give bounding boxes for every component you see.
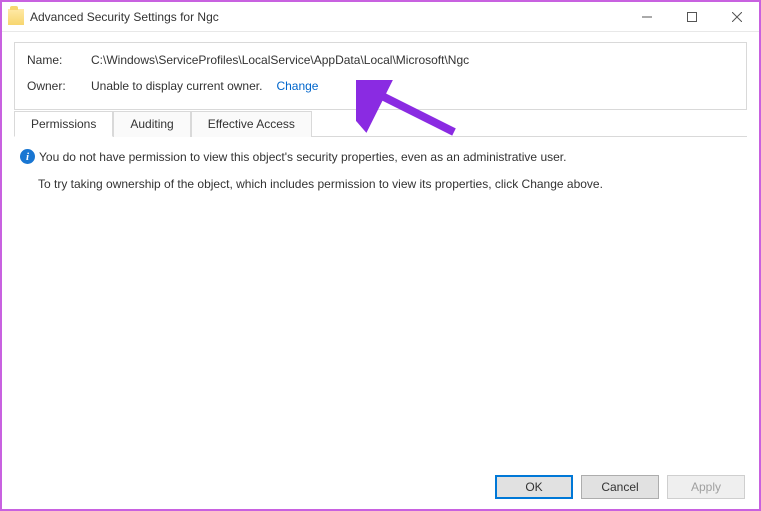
tab-strip: Permissions Auditing Effective Access [14,110,747,136]
name-label: Name: [27,53,91,67]
owner-value: Unable to display current owner. [91,79,262,93]
change-owner-link[interactable]: Change [276,79,318,93]
folder-icon [8,9,24,25]
window-title: Advanced Security Settings for Ngc [30,10,219,24]
dialog-buttons: OK Cancel Apply [495,475,745,499]
window-controls [624,2,759,31]
permission-message-2: To try taking ownership of the object, w… [38,176,741,193]
close-button[interactable] [714,2,759,31]
info-icon: i [20,149,35,164]
cancel-button[interactable]: Cancel [581,475,659,499]
owner-label: Owner: [27,79,91,93]
permission-message-1: You do not have permission to view this … [39,149,566,166]
maximize-button[interactable] [669,2,714,31]
tab-content: i You do not have permission to view thi… [14,136,747,442]
info-panel: Name: C:\Windows\ServiceProfiles\LocalSe… [14,42,747,110]
tab-permissions[interactable]: Permissions [14,111,113,137]
apply-button: Apply [667,475,745,499]
titlebar: Advanced Security Settings for Ngc [2,2,759,32]
tab-effective-access[interactable]: Effective Access [191,111,312,137]
ok-button[interactable]: OK [495,475,573,499]
tab-auditing[interactable]: Auditing [113,111,190,137]
name-value: C:\Windows\ServiceProfiles\LocalService\… [91,53,469,67]
minimize-button[interactable] [624,2,669,31]
